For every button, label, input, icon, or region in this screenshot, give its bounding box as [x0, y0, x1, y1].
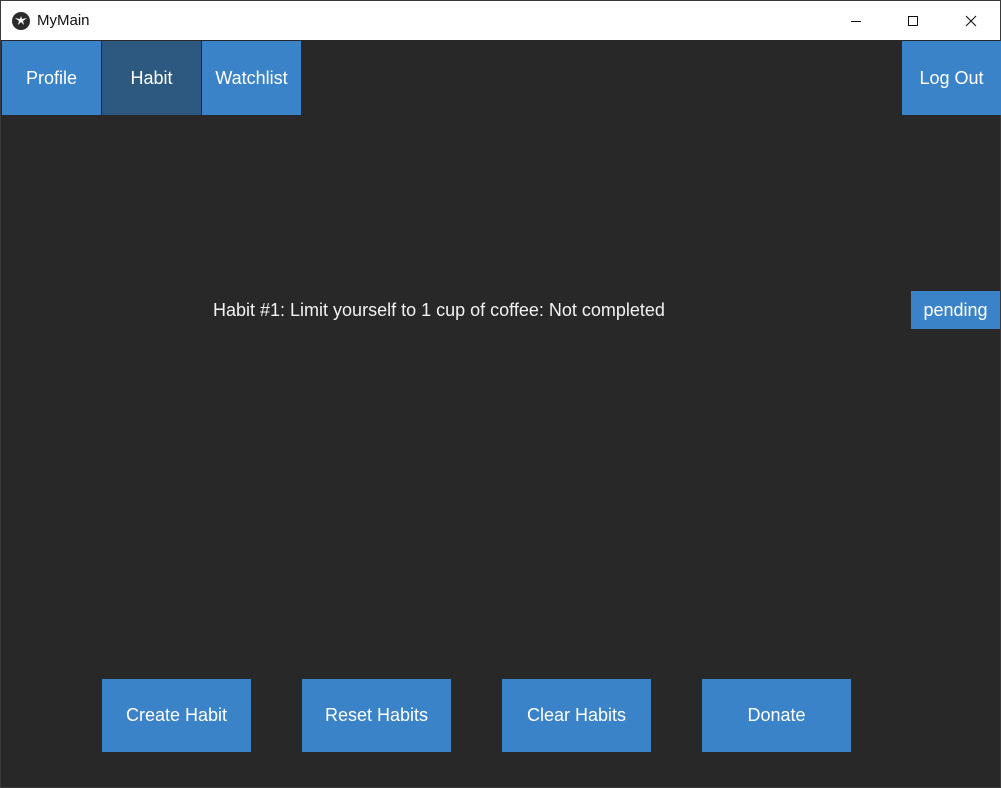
habit-status-button[interactable]: pending [911, 291, 1000, 329]
minimize-icon [851, 20, 861, 22]
clear-habits-button[interactable]: Clear Habits [502, 679, 651, 752]
maximize-icon [908, 15, 918, 26]
reset-habits-button[interactable]: Reset Habits [302, 679, 451, 752]
title-bar[interactable]: MyMain [1, 1, 1000, 40]
habit-item-text: Habit #1: Limit yourself to 1 cup of cof… [213, 300, 665, 320]
donate-button[interactable]: Donate [702, 679, 851, 752]
close-button[interactable] [942, 1, 1000, 40]
nav-tab-habit[interactable]: Habit [102, 41, 201, 115]
logout-button[interactable]: Log Out [902, 41, 1001, 115]
kivy-logo-icon [12, 12, 30, 30]
nav-tab-profile[interactable]: Profile [2, 41, 101, 115]
maximize-button[interactable] [884, 1, 942, 40]
close-icon [965, 15, 977, 26]
app-window: MyMain Profile Habit Watchlist Log Out H… [0, 0, 1001, 788]
main-content: Profile Habit Watchlist Log Out Habit #1… [1, 40, 1001, 787]
window-title: MyMain [37, 12, 90, 29]
nav-tab-watchlist[interactable]: Watchlist [202, 41, 301, 115]
minimize-button[interactable] [827, 1, 885, 40]
create-habit-button[interactable]: Create Habit [102, 679, 251, 752]
